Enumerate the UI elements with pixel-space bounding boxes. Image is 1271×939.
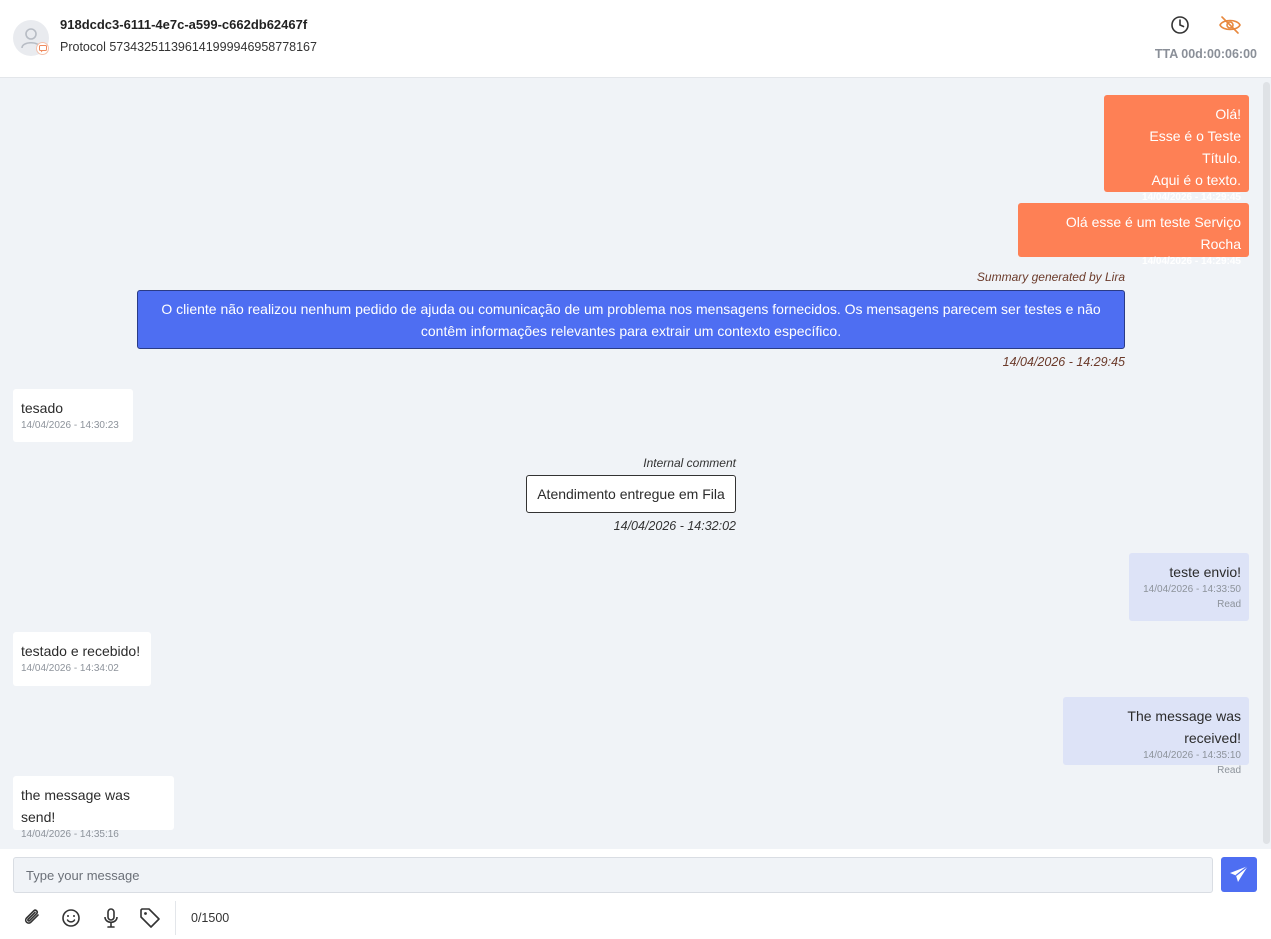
message-time: 14/04/2026 - 14:35:10 (1143, 750, 1241, 761)
toolbar-divider (175, 901, 176, 935)
message-outgoing: teste envio! 14/04/2026 - 14:33:50 Read (1129, 553, 1249, 621)
message-line: Esse é o Teste Título. (1149, 128, 1241, 166)
message-input[interactable] (13, 857, 1213, 893)
message-text: testado e recebido! (21, 643, 141, 659)
internal-comment-label: Internal comment (643, 456, 736, 470)
message-incoming: tesado 14/04/2026 - 14:30:23 (13, 389, 133, 442)
message-line: Olá! (1215, 106, 1241, 122)
read-status: Read (1217, 599, 1241, 610)
read-status: Read (1217, 765, 1241, 776)
protocol-number: Protocol 573432511396141999946958778167 (60, 40, 317, 54)
message-time: 14/04/2026 - 14:34:02 (21, 663, 119, 674)
send-button[interactable] (1221, 857, 1257, 892)
clock-icon[interactable] (1169, 14, 1191, 41)
paperclip-icon[interactable] (21, 906, 45, 930)
internal-comment: Atendimento entregue em Fila (526, 475, 736, 513)
message-time: 14/04/2026 - 14:29:45 (1142, 256, 1241, 267)
tag-icon[interactable] (138, 906, 162, 930)
message-text: the message was send! (21, 787, 130, 825)
internal-comment-time: 14/04/2026 - 14:32:02 (613, 519, 736, 533)
message-outgoing: Olá! Esse é o Teste Título. Aqui é o tex… (1104, 95, 1249, 203)
summary-time: 14/04/2026 - 14:29:45 (1002, 355, 1125, 369)
message-time: 14/04/2026 - 14:33:50 (1143, 584, 1241, 595)
summary-label: Summary generated by Lira (976, 270, 1125, 284)
microphone-icon[interactable] (99, 906, 123, 930)
tta-timer: TTA 00d:00:06:00 (1154, 47, 1257, 61)
message-incoming: the message was send! 14/04/2026 - 14:35… (13, 776, 174, 840)
message-incoming: testado e recebido! 14/04/2026 - 14:34:0… (13, 632, 151, 686)
message-time: 14/04/2026 - 14:35:16 (21, 829, 119, 840)
message-time: 14/04/2026 - 14:30:23 (21, 420, 119, 431)
eye-off-icon[interactable] (1218, 14, 1242, 41)
emoji-icon[interactable] (59, 906, 83, 930)
message-text: Olá esse é um teste Serviço Rocha (1065, 214, 1241, 252)
send-icon (1230, 865, 1249, 882)
message-text: The message was received! (1127, 708, 1241, 746)
chat-header: 918dcdc3-6111-4e7c-a599-c662db62467f Pro… (0, 0, 1271, 78)
character-counter: 0/1500 (191, 911, 230, 925)
message-text: tesado (21, 400, 64, 416)
message-outgoing: Olá esse é um teste Serviço Rocha 14/04/… (1018, 203, 1249, 267)
channel-badge-icon (36, 42, 49, 55)
chat-scrollbar[interactable] (1263, 82, 1270, 844)
summary-bubble: O cliente não realizou nenhum pedido de … (137, 290, 1125, 349)
message-line: Aqui é o texto. (1151, 172, 1241, 188)
message-text: teste envio! (1169, 564, 1241, 580)
conversation-id: 918dcdc3-6111-4e7c-a599-c662db62467f (60, 17, 308, 32)
message-outgoing: The message was received! 14/04/2026 - 1… (1063, 697, 1249, 776)
